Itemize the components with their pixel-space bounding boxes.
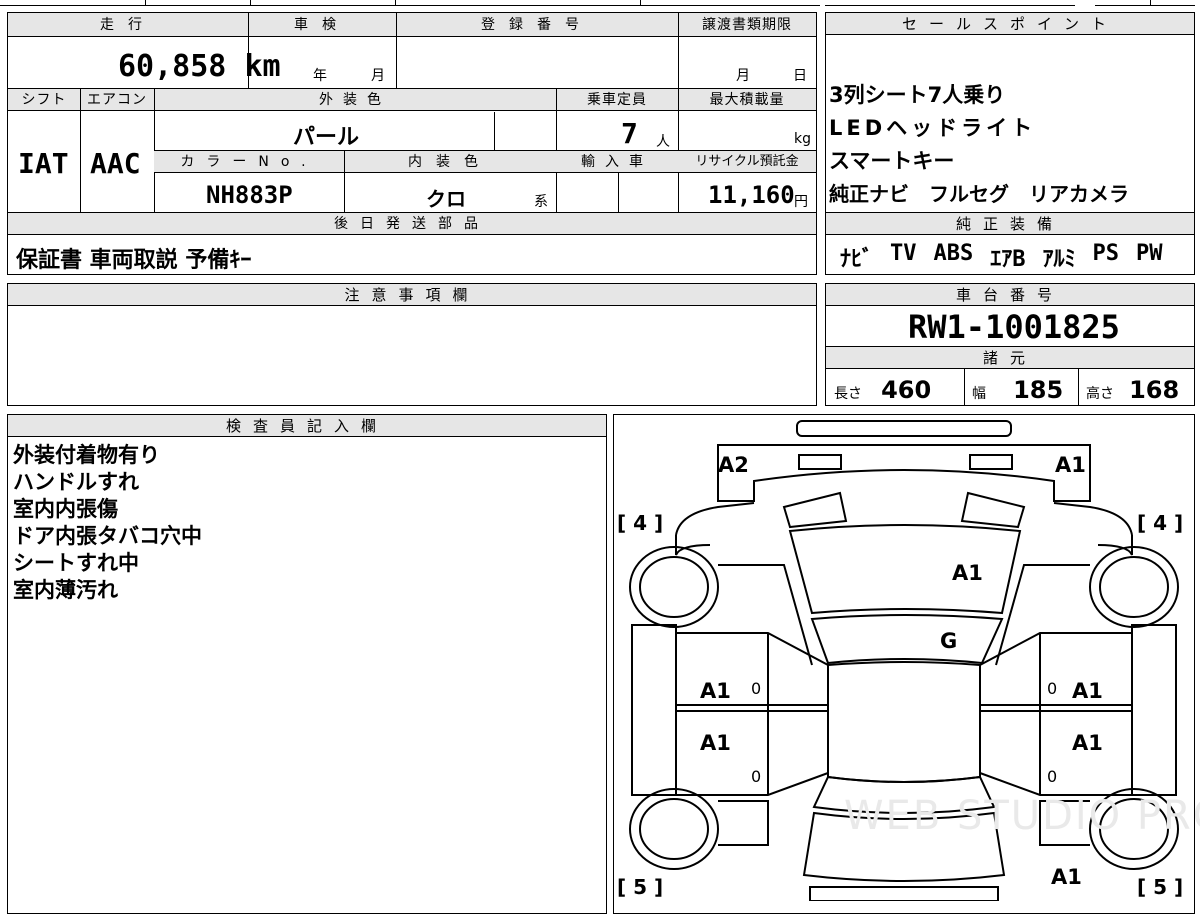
chassis-number: RW1-1001825 [908, 308, 1120, 346]
capacity-unit: 人 [656, 134, 670, 150]
chassis-label: 車台番号 [826, 284, 1194, 306]
mileage-value: 60,858 [118, 49, 227, 84]
mark-zero: 0 [751, 679, 762, 698]
exterior-color-label: 外装色 [319, 92, 391, 108]
equip-tv: TV [890, 241, 917, 266]
mileage-label: 走行 [100, 17, 156, 33]
mark-windshield: G [940, 629, 958, 653]
color-no-value: NH883P [206, 181, 293, 209]
inspection-label: 車検 [294, 17, 350, 33]
max-load-unit: kg [794, 131, 811, 147]
equipment-list: ﾅﾋﾞ TV ABS ｴｱB ｱﾙﾐ PS PW [840, 241, 1194, 273]
ac-label: エアコン [87, 92, 147, 108]
car-damage-diagram: [ 4 ] [ 4 ] [ 5 ] [ 5 ] A2 A1 A1 G A1 A1… [613, 414, 1200, 914]
inspection-year: 年 [313, 68, 327, 84]
ac-value: AAC [90, 147, 141, 180]
recycle-label: リサイクル預託金 [695, 154, 799, 169]
mileage-unit: km [244, 49, 281, 84]
caution-label: 注意事項欄 [8, 284, 816, 306]
equipment-label: 純正装備 [826, 213, 1194, 235]
import-label: 輸入車 [581, 154, 653, 170]
mark-zero: 0 [1047, 679, 1058, 698]
sales-point: 純正ナビ フルセグ リアカメラ [829, 182, 1129, 206]
spec-label: 諸元 [826, 347, 1194, 369]
sales-points-list: 3列シート7人乗り LEDヘッドライト スマートキー 純正ナビ フルセグ リアカ… [829, 79, 1194, 211]
exterior-color-value: パール [293, 125, 360, 150]
length-value: 460 [881, 376, 932, 404]
max-load-label: 最大積載量 [709, 92, 785, 108]
sales-point: 3列シート7人乗り [829, 83, 1006, 107]
tire-front-left: [ 4 ] [617, 511, 664, 535]
tire-rear-right: [ 5 ] [1137, 875, 1184, 899]
later-parts-label: 後日発送部品 [334, 216, 490, 232]
inspector-note: 外装付着物有り [13, 443, 160, 467]
watermark: WEB STUDIO PRO [844, 793, 1200, 839]
sales-point: LEDヘッドライト [829, 116, 1037, 140]
mark-door-rear-right: A1 [1072, 731, 1103, 755]
chassis-panel: 車台番号 RW1-1001825 諸元 長さ 460 幅 185 高さ 168 [825, 283, 1195, 406]
mark-front-right: A1 [1055, 453, 1086, 477]
sales-point: スマートキー [829, 149, 955, 173]
tire-rear-left: [ 5 ] [617, 875, 664, 899]
equip-navi: ﾅﾋﾞ [840, 247, 874, 272]
shift-label: シフト [21, 92, 67, 108]
equip-abs: ABS [933, 241, 974, 266]
inspector-note: 室内薄汚れ [13, 578, 118, 602]
mark-zero: 0 [1047, 767, 1058, 786]
interior-color-value: クロ [426, 187, 466, 211]
height-label: 高さ [1086, 386, 1114, 402]
equip-airbag: ｴｱB [990, 247, 1026, 272]
equip-pw: PW [1136, 241, 1163, 266]
equip-ps: PS [1092, 241, 1120, 266]
length-label: 長さ [834, 386, 862, 402]
height-value: 168 [1129, 376, 1180, 404]
inspector-note: ドア内張タバコ穴中 [13, 524, 202, 548]
inspector-note: ハンドルすれ [13, 470, 139, 494]
capacity-label: 乗車定員 [587, 92, 647, 108]
width-label: 幅 [972, 386, 986, 402]
inspector-panel: 検査員記入欄 外装付着物有り ハンドルすれ 室内内張傷 ドア内張タバコ穴中 シー… [7, 414, 607, 914]
mark-door-front-left: A1 [700, 679, 731, 703]
sales-points-panel: セールスポイント 3列シート7人乗り LEDヘッドライト スマートキー 純正ナビ… [825, 12, 1195, 275]
shift-value: IAT [18, 147, 69, 180]
recycle-fee-unit: 円 [794, 194, 808, 210]
inspector-label: 検査員記入欄 [8, 415, 606, 437]
registration-label: 登録番号 [481, 17, 593, 33]
transfer-month: 月 [736, 68, 750, 84]
inspector-note: 室内内張傷 [13, 497, 118, 521]
interior-color-unit: 系 [534, 194, 548, 210]
later-parts-value: 保証書 車両取説 予備ｷｰ [16, 248, 252, 273]
inspection-month: 月 [371, 68, 385, 84]
transfer-day: 日 [793, 68, 807, 84]
mark-hood: A1 [952, 561, 983, 585]
width-value: 185 [1013, 376, 1064, 404]
vehicle-info-table: 走行 車検 登録番号 譲渡書類期限 60,858 km 年 月 月 日 シフト … [7, 12, 817, 275]
sales-points-label: セールスポイント [826, 13, 1194, 35]
mark-door-front-right: A1 [1072, 679, 1103, 703]
capacity-value: 7 [621, 117, 638, 150]
mark-zero: 0 [751, 767, 762, 786]
caution-panel: 注意事項欄 [7, 283, 817, 406]
color-no-label: カラーNo. [180, 154, 318, 170]
inspector-note: シートすれ中 [13, 551, 139, 575]
interior-color-label: 内装色 [408, 154, 492, 170]
mark-rear-right: A1 [1051, 865, 1082, 889]
inspector-notes: 外装付着物有り ハンドルすれ 室内内張傷 ドア内張タバコ穴中 シートすれ中 室内… [13, 442, 202, 604]
transfer-deadline-label: 譲渡書類期限 [702, 17, 792, 33]
mark-front-left: A2 [718, 453, 749, 477]
recycle-fee-value: 11,160 [708, 181, 795, 209]
tire-front-right: [ 4 ] [1137, 511, 1184, 535]
mark-door-rear-left: A1 [700, 731, 731, 755]
equip-alloy: ｱﾙﾐ [1042, 247, 1076, 272]
top-strip [0, 0, 1200, 8]
